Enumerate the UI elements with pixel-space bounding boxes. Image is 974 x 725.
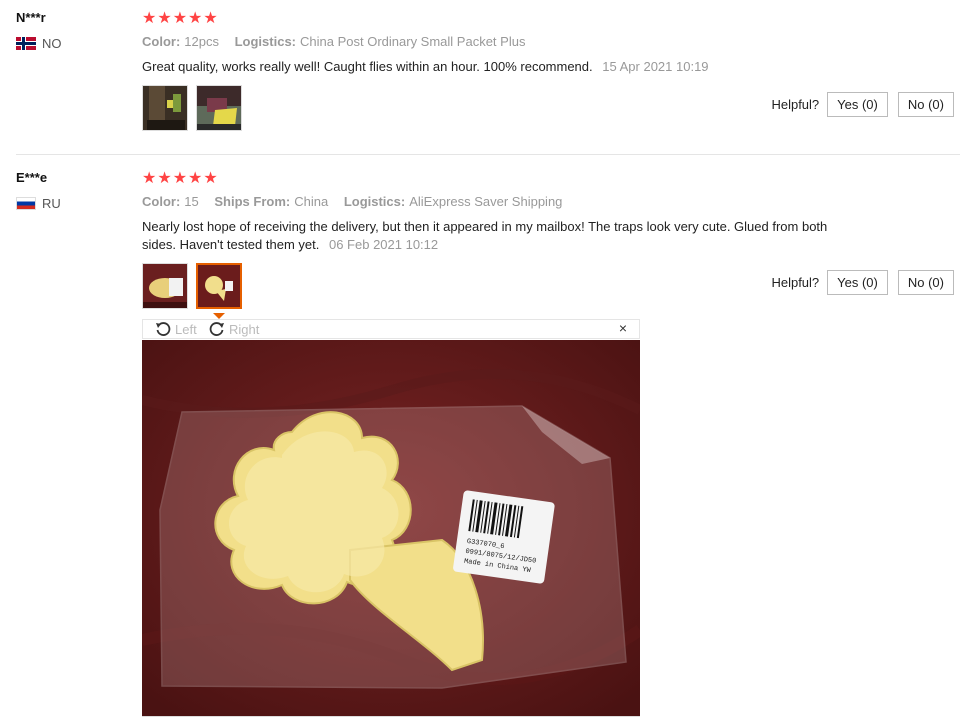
reviewer-name: E***e bbox=[16, 170, 48, 185]
review-divider bbox=[16, 154, 960, 155]
star-rating: ★★★★★ bbox=[142, 170, 219, 187]
review-body: Great quality, works really well! Caught… bbox=[142, 59, 593, 74]
review-photo-thumbnail-active[interactable] bbox=[196, 263, 242, 309]
review-thumbnails bbox=[142, 85, 242, 131]
russia-flag-icon bbox=[16, 197, 36, 210]
helpful-no-button[interactable]: No (0) bbox=[897, 92, 954, 117]
review-photo-thumbnail[interactable] bbox=[142, 85, 188, 131]
review-date: 06 Feb 2021 10:12 bbox=[328, 237, 439, 252]
rotate-left-label: Left bbox=[175, 321, 197, 337]
rotate-right-label: Right bbox=[229, 321, 260, 337]
review-photo-thumbnail[interactable] bbox=[196, 85, 242, 131]
meta-value: 12pcs bbox=[184, 34, 219, 49]
helpful-controls: Helpful? Yes (0) No (0) bbox=[771, 92, 954, 117]
country-code: NO bbox=[42, 36, 62, 51]
expanded-review-photo: G337070_6 0991/8075/12/JD50 Made in Chin… bbox=[142, 340, 640, 717]
review-meta: Color: 15 Ships From: China Logistics: AliE… bbox=[142, 194, 574, 209]
meta-value: 15 bbox=[184, 194, 199, 209]
reviewer-country: RU bbox=[16, 196, 61, 211]
meta-key: Logistics: bbox=[234, 34, 297, 49]
reviewer-name: N***r bbox=[16, 10, 46, 25]
star-rating: ★★★★★ bbox=[142, 10, 219, 27]
meta-key: Ships From: bbox=[214, 194, 291, 209]
helpful-label: Helpful? bbox=[771, 97, 820, 112]
rotate-right-icon bbox=[209, 322, 224, 336]
review-photo-thumbnail[interactable] bbox=[142, 263, 188, 309]
rotate-left-button[interactable]: Left bbox=[155, 321, 197, 337]
helpful-no-button[interactable]: No (0) bbox=[897, 270, 954, 295]
review-meta: Color: 12pcs Logistics: China Post Ordinar… bbox=[142, 34, 537, 49]
helpful-yes-button[interactable]: Yes (0) bbox=[827, 92, 888, 117]
meta-key: Color: bbox=[142, 194, 181, 209]
review-text: Nearly lost hope of receiving the delive… bbox=[142, 218, 842, 254]
helpful-yes-button[interactable]: Yes (0) bbox=[827, 270, 888, 295]
norway-flag-icon bbox=[16, 37, 36, 50]
helpful-label: Helpful? bbox=[771, 275, 820, 290]
review-body: Nearly lost hope of receiving the delive… bbox=[142, 219, 828, 252]
rotate-left-icon bbox=[156, 322, 171, 336]
close-icon[interactable]: × bbox=[619, 320, 627, 336]
helpful-controls: Helpful? Yes (0) No (0) bbox=[771, 270, 954, 295]
review-text: Great quality, works really well! Caught… bbox=[142, 58, 842, 76]
meta-value: AliExpress Saver Shipping bbox=[409, 194, 563, 209]
rotate-right-button[interactable]: Right bbox=[209, 321, 259, 337]
review-date: 15 Apr 2021 10:19 bbox=[602, 59, 709, 74]
meta-value: China Post Ordinary Small Packet Plus bbox=[300, 34, 526, 49]
country-code: RU bbox=[42, 196, 61, 211]
meta-value: China bbox=[294, 194, 329, 209]
review-thumbnails bbox=[142, 263, 242, 309]
reviewer-country: NO bbox=[16, 36, 62, 51]
image-viewer-toolbar: Left Right × bbox=[142, 319, 640, 339]
meta-key: Logistics: bbox=[343, 194, 406, 209]
meta-key: Color: bbox=[142, 34, 181, 49]
